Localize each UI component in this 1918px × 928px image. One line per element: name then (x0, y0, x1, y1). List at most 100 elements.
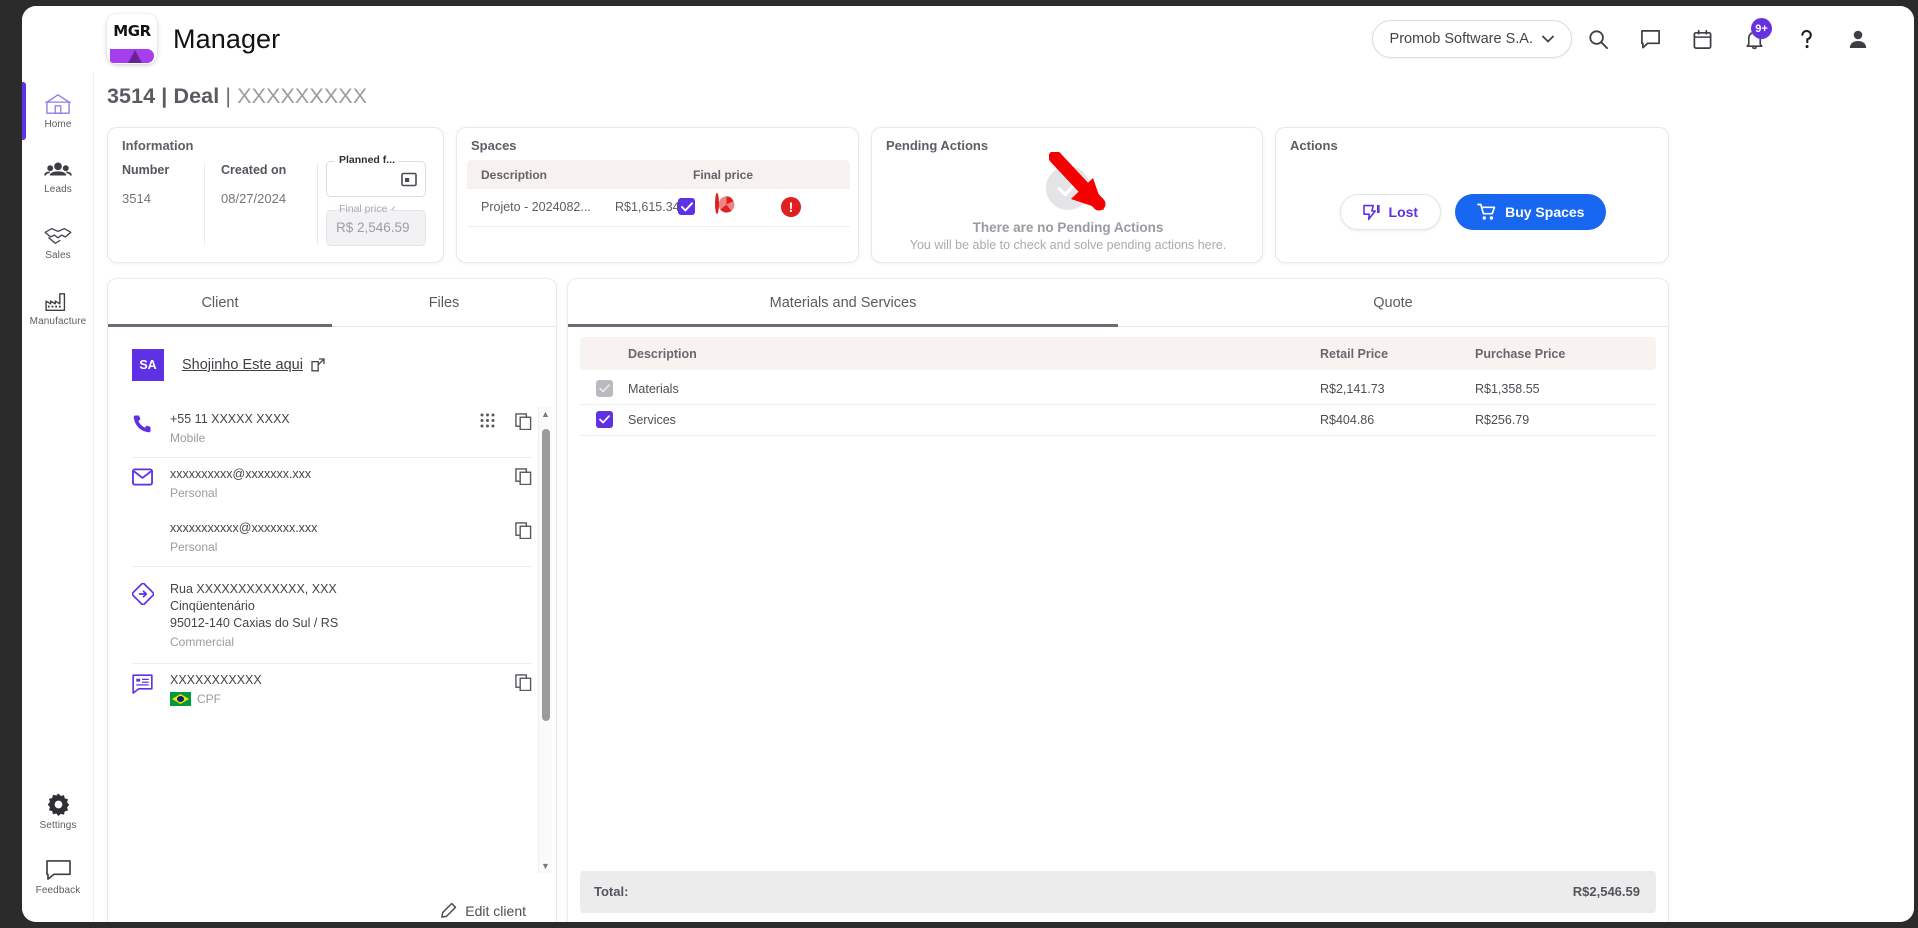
sidebar-item-leads[interactable]: Leads (22, 144, 94, 210)
scroll-up-icon[interactable]: ▲ (541, 409, 550, 419)
calendar-icon[interactable] (401, 171, 417, 192)
factory-icon (45, 293, 66, 311)
copy-icon[interactable] (515, 522, 532, 539)
document-icon (132, 672, 170, 699)
page-content: 3514 | Deal | XXXXXXXXX Information Numb… (94, 72, 1914, 922)
check-circle-icon (1046, 166, 1090, 210)
info-label: Number (122, 163, 170, 177)
leads-icon (44, 162, 72, 176)
mail-icon (132, 466, 170, 491)
spaces-title: Spaces (471, 138, 517, 153)
info-value: 3514 (122, 191, 151, 206)
information-title: Information (122, 138, 194, 153)
client-tabs: Client Files (108, 279, 556, 327)
spaces-card: Spaces Description Final price Projeto -… (456, 127, 859, 263)
table-row[interactable]: Materials R$2,141.73 R$1,358.55 (580, 374, 1656, 405)
address-line-3: 95012-140 Caxias do Sul / RS (170, 616, 339, 630)
info-value: 08/27/2024 (221, 191, 287, 206)
org-selector[interactable]: Promob Software S.A. (1371, 20, 1572, 58)
top-bar: MGR Manager Promob Software S.A. 9+ (22, 6, 1914, 72)
scroll-down-icon[interactable]: ▼ (541, 861, 550, 871)
lost-button[interactable]: Lost (1339, 194, 1442, 230)
page-title-masked: XXXXXXXXX (237, 84, 368, 108)
sidebar-item-settings[interactable]: Settings (22, 778, 94, 844)
client-scrollbar[interactable]: ▲ ▼ (538, 407, 552, 873)
table-row[interactable]: Services R$404.86 R$256.79 (580, 405, 1656, 436)
sidebar-item-manufacture[interactable]: Manufacture (22, 276, 94, 342)
contact-value: xxxxxxxxxxx@xxxxxxx.xxx (170, 521, 318, 535)
bell-icon[interactable]: 9+ (1728, 16, 1780, 62)
sidebar-item-sales[interactable]: Sales (22, 210, 94, 276)
sidebar-item-label: Sales (45, 250, 71, 261)
pending-actions-card: Pending Actions There are no Pending Act… (871, 127, 1263, 263)
contact-type: Mobile (170, 431, 206, 445)
page-title-sep1: | (155, 84, 174, 108)
scroll-thumb[interactable] (542, 429, 550, 721)
sidebar-item-home[interactable]: Home (22, 78, 94, 144)
brazil-flag-icon (170, 692, 191, 706)
calendar-icon[interactable] (1676, 16, 1728, 62)
item-description: Services (628, 413, 676, 427)
tab-materials-and-services[interactable]: Materials and Services (568, 279, 1118, 327)
address-type: Commercial (170, 635, 235, 649)
tab-files[interactable]: Files (332, 279, 556, 326)
item-purchase-price: R$1,358.55 (1475, 382, 1540, 396)
actions-title: Actions (1290, 138, 1338, 153)
mgr-logo-icon: MGR (107, 14, 157, 64)
contact-row-address: Rua XXXXXXXXXXXXX, XXX Cinqüentenário 95… (131, 567, 532, 664)
spaces-header-final-price: Final price (693, 168, 754, 182)
items-tabs: Materials and Services Quote (568, 279, 1668, 327)
pie-chart-icon[interactable] (715, 193, 735, 214)
table-row[interactable]: Projeto - 2024082... R$1,615.34 ! (467, 189, 850, 227)
space-final-price: R$1,615.34 (615, 200, 680, 214)
items-body: Description Retail Price Purchase Price … (568, 327, 1668, 922)
copy-icon[interactable] (515, 468, 532, 485)
edit-client-label: Edit client (465, 902, 526, 919)
buy-spaces-button[interactable]: Buy Spaces (1455, 194, 1607, 230)
app-window: MGR Manager Promob Software S.A. 9+ Home… (22, 6, 1914, 922)
brand[interactable]: MGR Manager (107, 14, 280, 64)
chevron-down-icon (1542, 35, 1554, 43)
contact-row-phone: +55 11 XXXXX XXXX Mobile (132, 403, 532, 458)
sidebar-item-feedback[interactable]: Feedback (22, 844, 94, 910)
edit-client-button[interactable]: Edit client (440, 902, 526, 919)
sidebar-item-label: Settings (39, 819, 77, 831)
external-link-icon[interactable] (311, 358, 325, 372)
sidebar-item-label: Home (44, 119, 72, 130)
services-checkbox[interactable] (596, 411, 613, 428)
items-header-description: Description (628, 347, 697, 361)
client-name-link[interactable]: Shojinho Este aqui (182, 357, 303, 373)
client-header: SA Shojinho Este aqui (132, 349, 532, 381)
search-icon[interactable] (1572, 16, 1624, 62)
actions-buttons: Lost Buy Spaces (1276, 194, 1670, 230)
document-value: XXXXXXXXXXX (170, 673, 262, 687)
items-header-purchase-price: Purchase Price (1475, 347, 1566, 361)
user-icon[interactable] (1832, 16, 1884, 62)
planned-date-field[interactable]: Planned f... (326, 154, 426, 197)
chat-icon[interactable] (1624, 16, 1676, 62)
mail-icon-placeholder (132, 520, 170, 522)
sidebar-item-label: Leads (44, 184, 72, 195)
pending-actions-title: Pending Actions (886, 138, 989, 153)
items-panel: Materials and Services Quote Description… (567, 278, 1669, 922)
logo-swoosh (107, 48, 157, 64)
actions-card: Actions Lost Buy Spaces (1275, 127, 1669, 263)
address-icon (131, 581, 170, 610)
info-col-created: Created on 08/27/2024 (221, 163, 318, 245)
home-icon (45, 94, 71, 114)
help-icon[interactable] (1780, 16, 1832, 62)
copy-icon[interactable] (515, 413, 532, 430)
speech-bubble-icon (45, 859, 71, 880)
copy-icon[interactable] (515, 674, 532, 691)
dialpad-icon[interactable] (480, 413, 495, 430)
total-value: R$2,546.59 (1572, 884, 1640, 899)
alert-icon[interactable]: ! (781, 197, 801, 217)
sidebar-item-label: Manufacture (29, 316, 87, 327)
item-retail-price: R$2,141.73 (1320, 382, 1385, 396)
tab-client[interactable]: Client (108, 279, 332, 327)
phone-icon (132, 411, 170, 439)
tab-quote[interactable]: Quote (1118, 279, 1668, 326)
materials-checkbox (596, 380, 613, 397)
space-checkbox[interactable] (678, 198, 695, 215)
item-purchase-price: R$256.79 (1475, 413, 1530, 427)
